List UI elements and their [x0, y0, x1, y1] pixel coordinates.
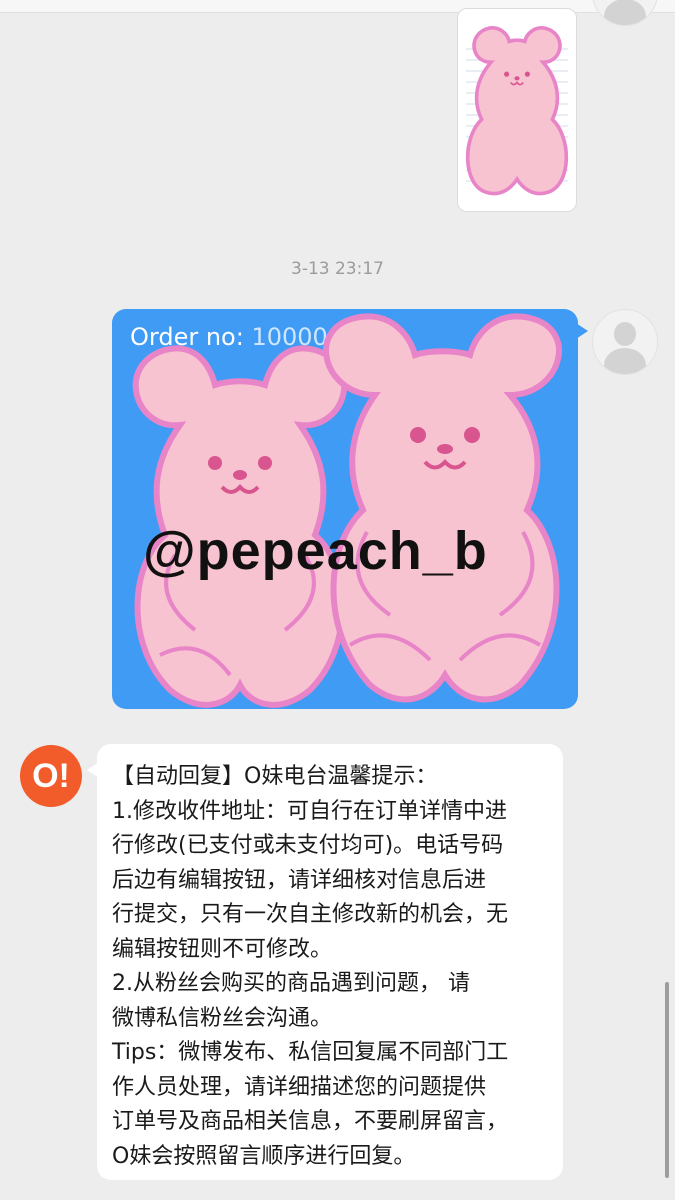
user-avatar-icon[interactable] — [592, 0, 658, 26]
bear-sticker — [465, 26, 569, 196]
message-line: 微博私信粉丝会沟通。 — [112, 1005, 333, 1031]
message-line: 行修改(已支付或未支付均可)。电话号码 — [112, 833, 504, 858]
message-line: 订单号及商品相关信息，不要刷屏留言， — [112, 1109, 509, 1134]
auto-reply-bubble[interactable]: 【自动回复】O妹电台温馨提示： 1.修改收件地址：可自行在订单详情中进 行修改(… — [87, 744, 563, 1180]
image-message-thumbnail[interactable] — [457, 8, 577, 212]
scrollbar[interactable] — [665, 982, 669, 1178]
message-line: 1.修改收件地址：可自行在订单详情中进 — [112, 798, 507, 824]
watermark-text: @pepeach_b — [143, 521, 488, 581]
brand-logo-icon[interactable]: O! — [20, 745, 82, 807]
message-line: 编辑按钮则不可修改。 — [112, 936, 333, 962]
message-line: O妹会按照留言顺序进行回复。 — [112, 1143, 416, 1169]
user-avatar-icon[interactable] — [592, 309, 658, 375]
message-line: Tips：微博发布、私信回复属不同部门工 — [112, 1040, 509, 1065]
message-line: 【自动回复】O妹电台温馨提示： — [112, 764, 438, 789]
bear-sticker — [323, 313, 562, 703]
message-line: 行提交，只有一次自主修改新的机会，无 — [112, 902, 509, 927]
message-line: 后边有编辑按钮，请详细核对信息后进 — [112, 867, 487, 893]
message-line: 2.从粉丝会购买的商品遇到问题， 请 — [112, 971, 470, 996]
message-line: 作人员处理，请详细描述您的问题提供 — [112, 1074, 487, 1100]
message-timestamp: 3-13 23:17 — [291, 259, 384, 279]
